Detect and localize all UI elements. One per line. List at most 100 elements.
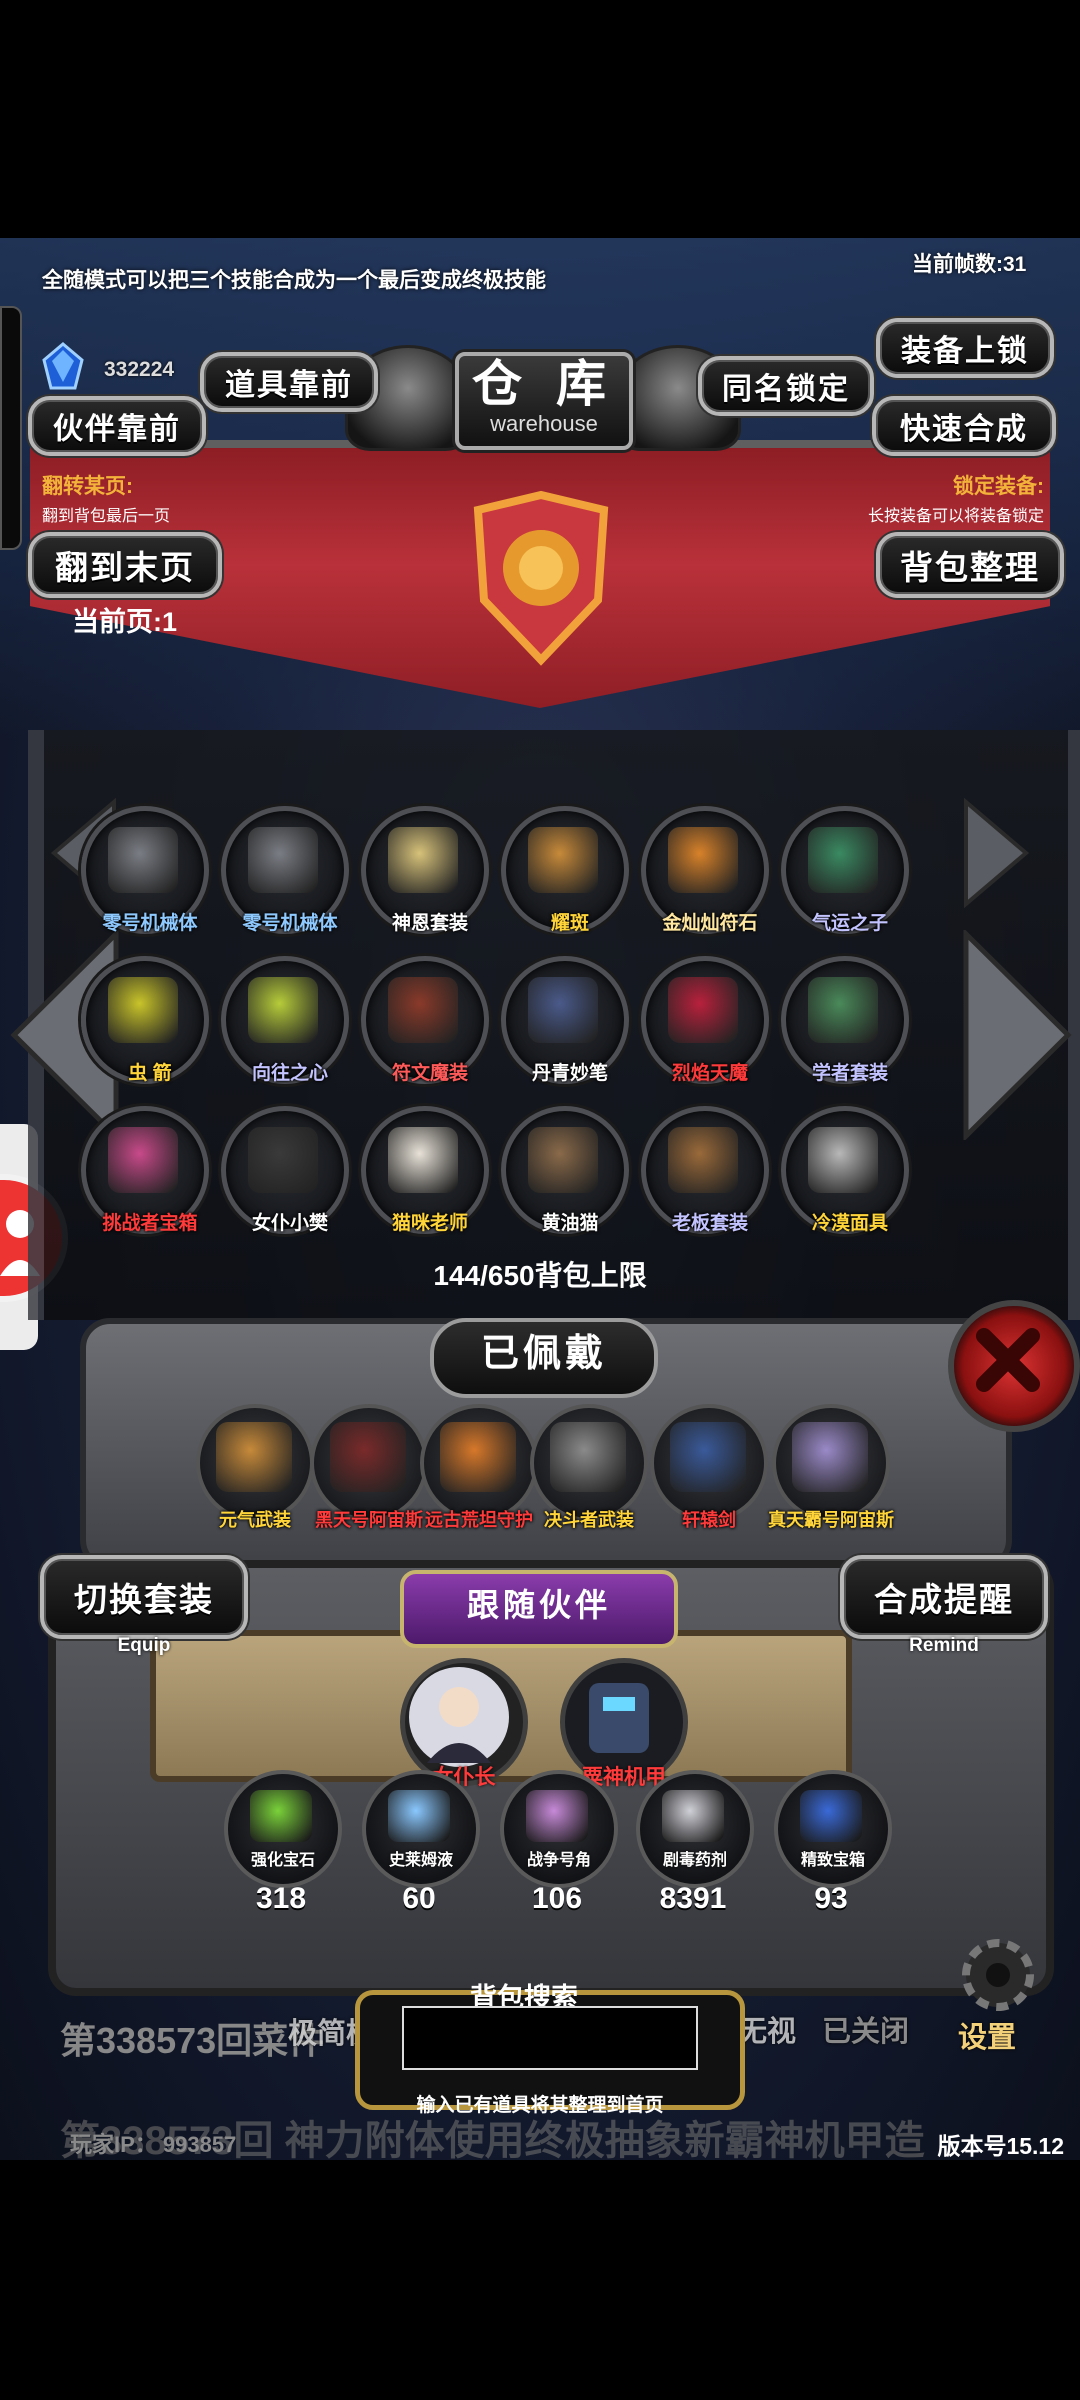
inventory-slot[interactable]: 丹青妙笔 [501, 956, 629, 1084]
no-view-label[interactable]: 无视 [738, 2008, 796, 2050]
resource-icon [662, 1790, 724, 1842]
resource-slot[interactable]: 剧毒药剂 [636, 1770, 754, 1888]
closed-label[interactable]: 已关闭 [822, 2008, 909, 2050]
item-label: 金灿灿符石 [662, 913, 758, 934]
inventory-slot[interactable]: 老板套装 [641, 1106, 769, 1234]
bag-capacity: 144/650背包上限 [433, 1260, 647, 1291]
warehouse-title-text: 仓 库 [472, 356, 616, 412]
bag-search-input[interactable] [402, 2006, 698, 2070]
inventory-slot[interactable]: 挑战者宝箱 [81, 1106, 209, 1234]
inventory-slot[interactable]: 冷漠面具 [781, 1106, 909, 1234]
inventory-slot[interactable]: 女仆小樊 [221, 1106, 349, 1234]
item-label: 冷漠面具 [811, 1213, 888, 1234]
item-label: 女仆小樊 [251, 1213, 328, 1234]
inventory-slot[interactable]: 耀斑 [501, 806, 629, 934]
equipped-slot[interactable]: 远古荒坦守护 [420, 1404, 538, 1530]
item-icon [528, 977, 598, 1043]
equipped-slot[interactable]: 真天霸号阿宙斯 [768, 1404, 894, 1530]
close-button[interactable] [948, 1300, 1080, 1432]
settings-label[interactable]: 设置 [958, 2014, 1016, 2056]
close-icon [976, 1328, 1040, 1392]
round-text: 第338573回菜件 [60, 2020, 325, 2061]
inventory-slot[interactable]: 零号机械体 [221, 806, 349, 934]
resource-label: 强化宝石 [250, 1852, 315, 1869]
item-label: 猫咪老师 [391, 1213, 468, 1234]
switch-set-sublabel: Equip [117, 1635, 171, 1656]
switch-set-button[interactable]: 切换套装 Equip [40, 1555, 248, 1656]
item-icon [388, 1127, 458, 1193]
equipped-slot[interactable]: 黑天号阿宙斯 [310, 1404, 428, 1530]
same-name-lock-button[interactable]: 同名锁定 [698, 356, 874, 416]
merge-remind-label: 合成提醒 [874, 1581, 1014, 1618]
gem-count: 332224 [104, 358, 175, 381]
equipped-slot[interactable]: 决斗者武装 [530, 1404, 648, 1530]
version-number: 版本号15.12 [937, 2133, 1064, 2159]
equipped-icon [330, 1422, 406, 1492]
equipped-slot[interactable]: 元气武装 [196, 1404, 314, 1530]
inventory-slot[interactable]: 神恩套装 [361, 806, 489, 934]
inventory-slot[interactable]: 气运之子 [781, 806, 909, 934]
resource-label: 战争号角 [526, 1852, 591, 1869]
equipped-icon [550, 1422, 626, 1492]
item-label: 丹青妙笔 [531, 1063, 608, 1084]
side-panel-edge[interactable] [0, 306, 22, 550]
quick-merge-button[interactable]: 快速合成 [872, 396, 1056, 456]
equipped-label: 真天霸号阿宙斯 [768, 1510, 894, 1530]
item-icon [108, 977, 178, 1043]
resource-slot[interactable]: 精致宝箱 [774, 1770, 892, 1888]
inventory-slot[interactable]: 烈焰天魔 [641, 956, 769, 1084]
item-icon [108, 1127, 178, 1193]
equipped-slot[interactable]: 轩辕剑 [650, 1404, 768, 1530]
warehouse-title: 仓 库 warehouse [455, 352, 633, 450]
item-icon [248, 1127, 318, 1193]
next-page-arrow-icon[interactable] [962, 930, 1072, 1140]
item-icon [248, 977, 318, 1043]
resource-label: 史莱姆液 [388, 1852, 453, 1869]
resource-slot[interactable]: 史莱姆液 [362, 1770, 480, 1888]
resource-count: 60 [402, 1882, 436, 1915]
item-label: 符文魔装 [391, 1063, 468, 1084]
partner-mecha[interactable]: 粟神机甲 [560, 1658, 688, 1789]
equip-lock-button[interactable]: 装备上锁 [876, 318, 1054, 378]
inventory-slot[interactable]: 零号机械体 [81, 806, 209, 934]
item-icon [808, 977, 878, 1043]
to-last-page-button[interactable]: 翻到末页 [28, 532, 222, 598]
resource-icon [250, 1790, 312, 1842]
inventory-slot[interactable]: 虫 箭 [81, 956, 209, 1084]
partner-maid-chief[interactable]: 女仆长 [400, 1658, 528, 1789]
gear-icon[interactable] [950, 1930, 1046, 2020]
item-label: 老板套装 [671, 1213, 748, 1234]
items-front-button[interactable]: 道具靠前 [200, 352, 378, 412]
follow-partner-title: 跟随伙伴 [400, 1570, 678, 1648]
inventory-slot[interactable]: 学者套装 [781, 956, 909, 1084]
next-page-small-arrow-icon[interactable] [962, 798, 1030, 908]
resource-icon [388, 1790, 450, 1842]
equipped-icon [670, 1422, 746, 1492]
resource-count: 318 [255, 1882, 307, 1915]
resource-slot[interactable]: 强化宝石 [224, 1770, 342, 1888]
resource-count: 93 [814, 1882, 848, 1915]
item-label: 零号机械体 [102, 913, 198, 934]
equipped-icon [792, 1422, 868, 1492]
item-icon [808, 827, 878, 893]
partner-front-button[interactable]: 伙伴靠前 [28, 396, 206, 456]
merge-remind-button[interactable]: 合成提醒 Remind [840, 1555, 1048, 1656]
current-page: 当前页:1 [72, 607, 178, 637]
inventory-slot[interactable]: 黄油猫 [501, 1106, 629, 1234]
equipped-icon [216, 1422, 292, 1492]
item-label: 学者套装 [811, 1063, 888, 1084]
resource-label: 剧毒药剂 [662, 1852, 727, 1869]
bag-sort-button[interactable]: 背包整理 [876, 532, 1064, 598]
item-label: 气运之子 [811, 913, 888, 934]
warehouse-subtitle: warehouse [490, 411, 598, 436]
switch-set-label: 切换套装 [74, 1581, 214, 1618]
flip-page-label: 翻转某页: [42, 475, 133, 498]
inventory-slot[interactable]: 符文魔装 [361, 956, 489, 1084]
item-icon [668, 1127, 738, 1193]
item-icon [668, 977, 738, 1043]
inventory-slot[interactable]: 向往之心 [221, 956, 349, 1084]
item-icon [108, 827, 178, 893]
inventory-slot[interactable]: 猫咪老师 [361, 1106, 489, 1234]
resource-slot[interactable]: 战争号角 [500, 1770, 618, 1888]
inventory-slot[interactable]: 金灿灿符石 [641, 806, 769, 934]
